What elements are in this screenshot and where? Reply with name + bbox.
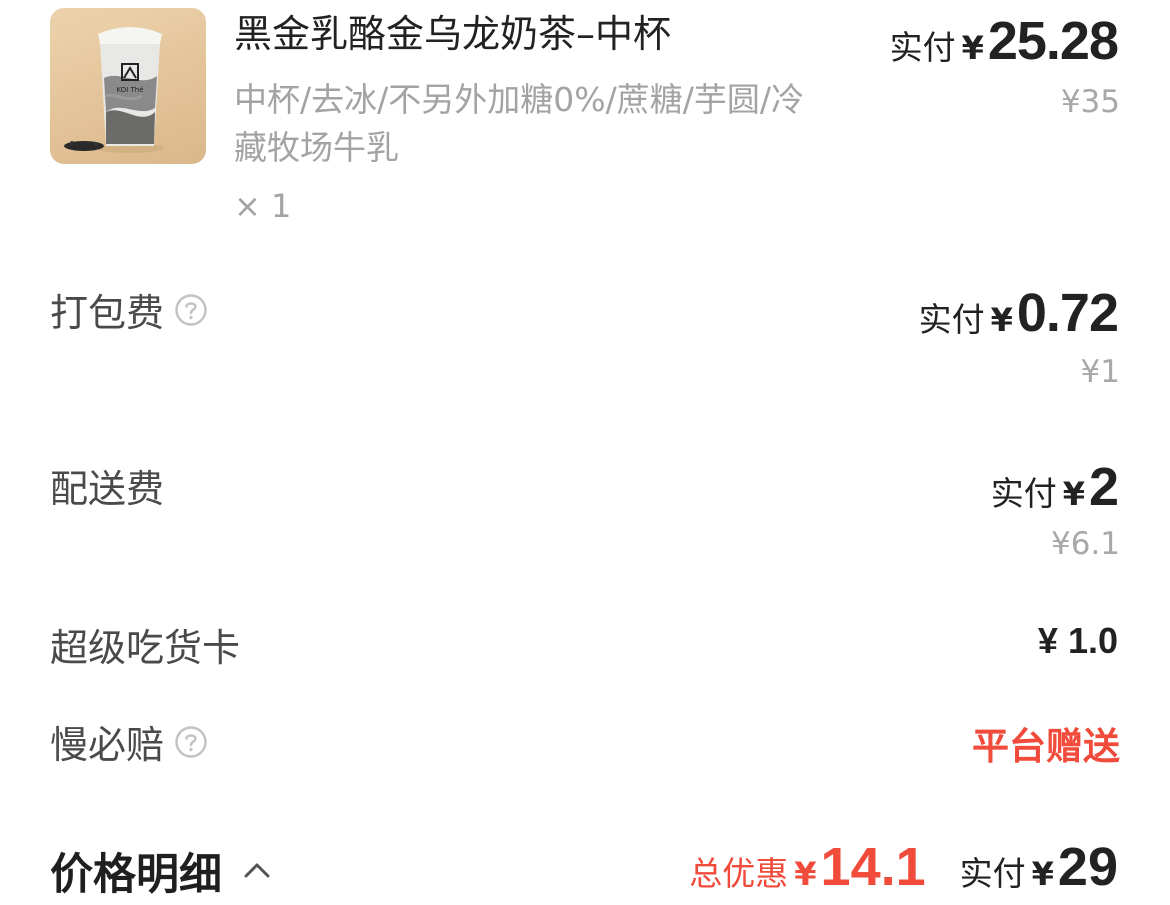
help-circle-icon[interactable] — [174, 725, 208, 759]
product-name: 黑金乳酪金乌龙奶茶–中杯 — [234, 12, 672, 56]
delivery-fee-label: 配送费 — [50, 458, 164, 513]
currency-symbol: ¥ — [990, 301, 1013, 339]
super-card-text: 超级吃货卡 — [50, 626, 241, 670]
paid-amount: 25.28 — [987, 11, 1119, 71]
product-original-price: ¥35 — [1060, 84, 1120, 120]
product-image[interactable]: KOI Thé — [50, 8, 206, 164]
product-paid-price: 实付 ¥ 25.28 — [889, 10, 1119, 72]
cup-brand-text: KOI Thé — [116, 86, 143, 94]
help-circle-icon[interactable] — [174, 293, 208, 327]
price-detail-title: 价格明细 — [50, 850, 222, 900]
paid-label: 实付 — [889, 28, 956, 67]
delivery-fee-original-price: ¥6.1 — [1050, 526, 1120, 562]
total-discount-amount: 14.1 — [820, 837, 926, 897]
price-summary: 总优惠 ¥ 14.1 实付 ¥ 29 — [689, 836, 1118, 898]
price-detail-toggle[interactable]: 价格明细 — [50, 840, 274, 902]
total-discount-label: 总优惠 — [689, 854, 789, 893]
super-card-label: 超级吃货卡 — [50, 617, 240, 672]
chevron-up-icon[interactable] — [240, 854, 274, 888]
delivery-fee-text: 配送费 — [50, 467, 165, 511]
late-guarantee-value: 平台赠送 — [972, 725, 1120, 768]
packing-fee-label: 打包费 — [50, 282, 208, 337]
paid-label: 实付 — [918, 300, 985, 339]
total-paid-amount: 29 — [1057, 837, 1118, 897]
total-paid-label: 实付 — [959, 854, 1026, 893]
paid-label: 实付 — [990, 474, 1057, 513]
packing-fee-original-price: ¥1 — [1080, 354, 1120, 390]
paid-amount: 0.72 — [1016, 283, 1119, 343]
currency-symbol: ¥ — [1062, 475, 1085, 513]
currency-symbol: ¥ — [794, 855, 817, 893]
milk-tea-cup-image: KOI Thé — [64, 27, 164, 153]
paid-amount: 2 — [1088, 457, 1119, 517]
product-specs: 中杯/去冰/不另外加糖0%/蔗糖/芋圆/冷藏牧场牛乳 — [234, 80, 804, 167]
order-price-detail-page: KOI Thé 黑金乳酪金乌龙奶茶–中杯 中杯/去冰/不另外加糖0%/蔗糖/芋圆… — [0, 0, 1170, 905]
late-guarantee-label: 慢必赔 — [50, 714, 208, 769]
late-guarantee-text: 慢必赔 — [50, 723, 165, 767]
packing-fee-paid-price: 实付 ¥ 0.72 — [918, 282, 1119, 344]
currency-symbol: ¥ — [961, 29, 984, 67]
delivery-fee-paid-price: 实付 ¥ 2 — [990, 456, 1119, 518]
product-quantity: × 1 — [234, 187, 292, 225]
currency-symbol: ¥ — [1031, 855, 1054, 893]
super-card-value: ¥ 1.0 — [1037, 620, 1118, 661]
packing-fee-text: 打包费 — [50, 291, 165, 335]
